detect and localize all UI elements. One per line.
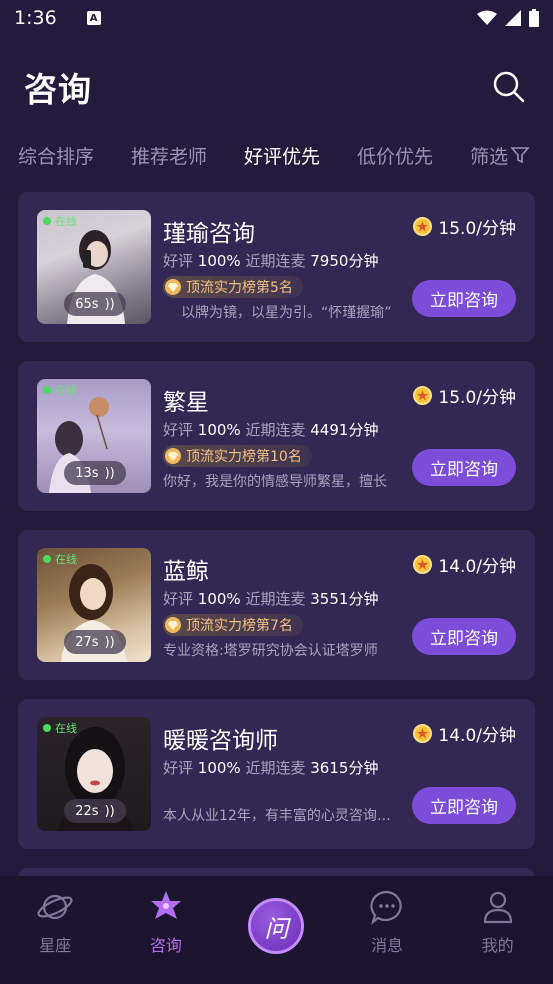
consultant-photo: 在线 27s)) bbox=[37, 548, 151, 662]
diamond-icon bbox=[165, 448, 181, 464]
consultant-stats: 好评 100% 近期连麦 3551分钟 bbox=[163, 590, 379, 608]
ask-icon: 问 bbox=[248, 898, 305, 954]
consultant-card[interactable]: 在线 13s)) 繁星 好评 100% 近期连麦 4491分钟 顶流实力榜第10… bbox=[18, 361, 535, 511]
consult-now-button[interactable]: 立即咨询 bbox=[412, 280, 516, 317]
tab-low-price[interactable]: 低价优先 bbox=[357, 142, 433, 169]
consultant-photo: 在线 13s)) bbox=[37, 379, 151, 493]
search-button[interactable] bbox=[489, 67, 529, 107]
sound-wave-icon: )) bbox=[104, 296, 115, 312]
chat-icon bbox=[370, 890, 402, 926]
rank-badge: 顶流实力榜第7名 bbox=[163, 614, 303, 636]
consultant-list: 在线 65s)) 瑾瑜咨询 好评 100% 近期连麦 7950分钟 顶流实力榜第… bbox=[18, 192, 535, 868]
star-coin-icon bbox=[413, 555, 433, 574]
online-badge: 在线 bbox=[43, 720, 77, 736]
status-icons bbox=[477, 9, 539, 27]
star-coin-icon bbox=[413, 217, 433, 236]
consultant-card[interactable]: 在线 65s)) 瑾瑜咨询 好评 100% 近期连麦 7950分钟 顶流实力榜第… bbox=[18, 192, 535, 342]
tab-recommended[interactable]: 推荐老师 bbox=[131, 142, 207, 169]
star-icon bbox=[150, 891, 181, 919]
tab-comprehensive[interactable]: 综合排序 bbox=[18, 142, 94, 169]
nav-consult[interactable]: 咨询 bbox=[111, 876, 222, 984]
consultant-stats: 好评 100% 近期连麦 3615分钟 bbox=[163, 759, 379, 777]
status-bar: 1:36 A bbox=[0, 0, 553, 36]
nav-constellation[interactable]: 星座 bbox=[0, 876, 111, 984]
consultant-price: 15.0/分钟 bbox=[413, 383, 516, 408]
nav-profile[interactable]: 我的 bbox=[442, 876, 553, 984]
consultant-price: 14.0/分钟 bbox=[413, 552, 516, 577]
user-icon bbox=[483, 891, 512, 924]
page-header: 咨询 bbox=[0, 52, 553, 122]
consultant-photo: 在线 65s)) bbox=[37, 210, 151, 324]
consultant-name: 繁星 bbox=[163, 390, 209, 416]
signal-icon bbox=[505, 10, 521, 26]
consultant-bio: 专业资格:塔罗研究协会认证塔罗师 bbox=[163, 643, 378, 659]
search-icon bbox=[493, 71, 525, 103]
sound-wave-icon: )) bbox=[104, 465, 115, 481]
consultant-photo: 在线 22s)) bbox=[37, 717, 151, 831]
nav-label: 咨询 bbox=[149, 936, 182, 955]
tab-good-rating[interactable]: 好评优先 bbox=[244, 142, 320, 169]
nav-ask[interactable]: 问 bbox=[221, 876, 332, 984]
consultant-bio: 以牌为镜，以星为引。“怀瑾握瑜” bbox=[181, 305, 392, 321]
status-time: 1:36 bbox=[14, 7, 57, 29]
consult-now-button[interactable]: 立即咨询 bbox=[412, 618, 516, 655]
online-badge: 在线 bbox=[43, 551, 77, 567]
page-title: 咨询 bbox=[24, 70, 92, 109]
filter-icon bbox=[510, 147, 530, 164]
nav-label: 星座 bbox=[39, 936, 72, 955]
voice-intro-button[interactable]: 65s)) bbox=[64, 292, 126, 316]
battery-icon bbox=[529, 9, 539, 27]
nav-label: 我的 bbox=[481, 936, 514, 955]
consult-now-button[interactable]: 立即咨询 bbox=[412, 787, 516, 824]
wifi-icon bbox=[477, 10, 497, 25]
consultant-stats: 好评 100% 近期连麦 7950分钟 bbox=[163, 252, 379, 270]
consultant-name: 瑾瑜咨询 bbox=[163, 221, 255, 247]
sound-wave-icon: )) bbox=[104, 634, 115, 650]
diamond-icon bbox=[165, 617, 181, 633]
sound-wave-icon: )) bbox=[104, 803, 115, 819]
consultant-price: 15.0/分钟 bbox=[413, 214, 516, 239]
consultant-bio: 你好，我是你的情感导师繁星，擅长 bbox=[163, 474, 387, 490]
diamond-icon bbox=[165, 279, 181, 295]
consultant-card[interactable]: 在线 27s)) 蓝鲸 好评 100% 近期连麦 3551分钟 顶流实力榜第7名… bbox=[18, 530, 535, 680]
rank-badge: 顶流实力榜第10名 bbox=[163, 445, 312, 467]
voice-intro-button[interactable]: 27s)) bbox=[64, 630, 126, 654]
consultant-price: 14.0/分钟 bbox=[413, 721, 516, 746]
consultant-card[interactable]: 在线 22s)) 暖暖咨询师 好评 100% 近期连麦 3615分钟 本人从业1… bbox=[18, 699, 535, 849]
rank-badge: 顶流实力榜第5名 bbox=[163, 276, 303, 298]
star-coin-icon bbox=[413, 386, 433, 405]
voice-intro-button[interactable]: 22s)) bbox=[64, 799, 126, 823]
online-badge: 在线 bbox=[43, 382, 77, 398]
consultant-stats: 好评 100% 近期连麦 4491分钟 bbox=[163, 421, 379, 439]
voice-intro-button[interactable]: 13s)) bbox=[64, 461, 126, 485]
online-badge: 在线 bbox=[43, 213, 77, 229]
sort-tabs: 综合排序 推荐老师 好评优先 低价优先 筛选 bbox=[0, 132, 553, 178]
nav-messages[interactable]: 消息 bbox=[332, 876, 443, 984]
tab-filter[interactable]: 筛选 bbox=[470, 142, 530, 169]
consultant-name: 蓝鲸 bbox=[163, 559, 209, 585]
star-coin-icon bbox=[413, 724, 433, 743]
consultant-bio: 本人从业12年，有丰富的心灵咨询经验 bbox=[163, 808, 403, 824]
planet-icon bbox=[37, 894, 73, 920]
consult-now-button[interactable]: 立即咨询 bbox=[412, 449, 516, 486]
consultant-name: 暖暖咨询师 bbox=[163, 728, 278, 754]
notification-icon: A bbox=[86, 11, 101, 25]
bottom-nav: 星座 咨询 问 消息 我的 bbox=[0, 876, 553, 984]
nav-label: 消息 bbox=[371, 936, 404, 955]
filter-label: 筛选 bbox=[470, 145, 509, 168]
